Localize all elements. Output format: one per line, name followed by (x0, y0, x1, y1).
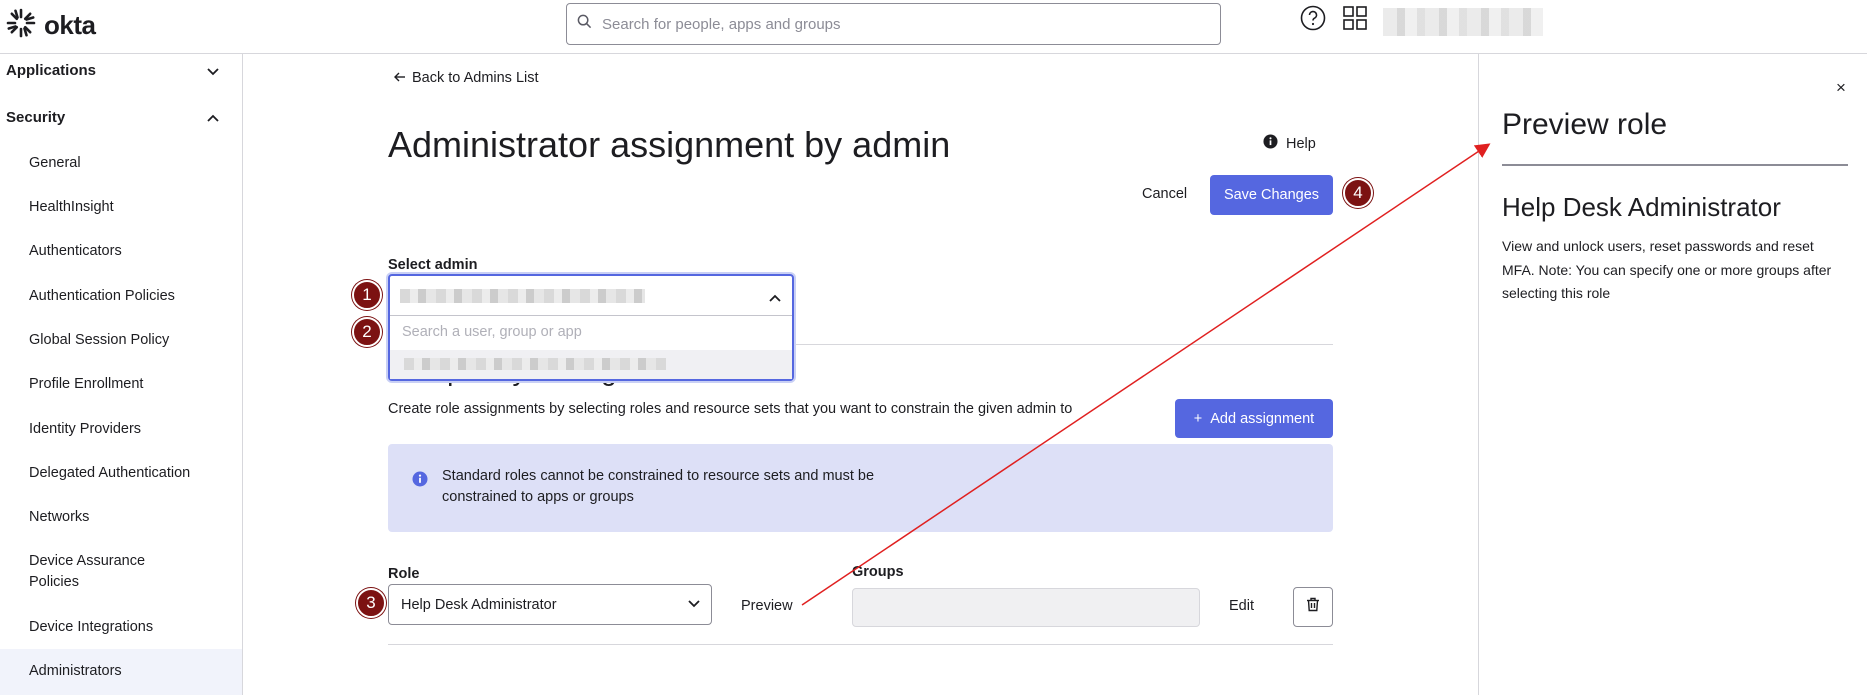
sidebar-item-authenticators[interactable]: Authenticators (29, 241, 219, 262)
trash-icon (1306, 597, 1320, 617)
groups-label: Groups (852, 564, 904, 580)
delete-assignment-button[interactable] (1293, 587, 1333, 627)
chevron-down-icon (687, 597, 701, 613)
okta-sunburst-icon (6, 8, 36, 43)
role-select[interactable]: Help Desk Administrator (388, 584, 712, 625)
sidebar-item-administrators[interactable]: Administrators (29, 661, 219, 682)
global-search-input[interactable]: Search for people, apps and groups (566, 3, 1221, 45)
sidebar-item-healthinsight[interactable]: HealthInsight (29, 197, 219, 218)
okta-logo[interactable]: okta (6, 8, 96, 43)
redacted-admin-option (404, 358, 666, 370)
assignment-description: Create role assignments by selecting rol… (388, 401, 1073, 417)
arrow-left-icon (394, 70, 406, 86)
top-bar: okta Search for people, apps and groups (0, 0, 1867, 54)
preview-role-link[interactable]: Preview (741, 598, 793, 614)
help-link[interactable]: Help (1263, 134, 1316, 153)
admin-option[interactable] (390, 350, 792, 379)
search-placeholder: Search for people, apps and groups (602, 15, 841, 33)
add-assignment-label: Add assignment (1210, 410, 1315, 427)
sidebar-item-profile-enrollment[interactable]: Profile Enrollment (29, 374, 219, 395)
sidebar-item-identity-providers[interactable]: Identity Providers (29, 419, 219, 440)
sidebar-item-delegated-authentication[interactable]: Delegated Authentication (29, 463, 219, 484)
sidebar-section-security[interactable]: Security (6, 109, 65, 126)
sidebar-item-authentication-policies[interactable]: Authentication Policies (29, 286, 219, 307)
sidebar-item-device-integrations[interactable]: Device Integrations (29, 617, 219, 638)
panel-role-name: Help Desk Administrator (1502, 192, 1781, 222)
chevron-up-icon[interactable] (768, 290, 782, 308)
sidebar-item-global-session-policy[interactable]: Global Session Policy (29, 330, 219, 351)
role-label: Role (388, 566, 420, 582)
info-icon (412, 471, 428, 492)
user-menu-avatar[interactable] (1383, 8, 1543, 36)
help-label: Help (1286, 135, 1316, 152)
plus-icon: + (1193, 410, 1203, 427)
info-callout: Standard roles cannot be constrained to … (388, 444, 1333, 532)
groups-field[interactable] (852, 588, 1200, 627)
selected-admin-value[interactable] (390, 276, 792, 316)
select-admin-dropdown[interactable]: Search a user, group or app (388, 274, 794, 381)
cancel-button[interactable]: Cancel (1142, 186, 1187, 202)
back-to-admins-link[interactable]: Back to Admins List (394, 70, 539, 86)
panel-title: Preview role (1502, 108, 1668, 141)
step-badge-3: 3 (356, 588, 386, 618)
sidebar-item-networks[interactable]: Networks (29, 507, 219, 528)
search-icon (577, 14, 592, 34)
preview-role-panel (1478, 54, 1867, 695)
step-badge-1: 1 (352, 280, 382, 310)
help-circle-icon[interactable] (1300, 5, 1326, 36)
panel-divider (1502, 164, 1848, 166)
back-link-label: Back to Admins List (412, 70, 539, 86)
sidebar-item-general[interactable]: General (29, 153, 219, 174)
edit-button[interactable]: Edit (1229, 598, 1254, 614)
callout-text: Standard roles cannot be constrained to … (442, 468, 875, 505)
select-admin-label: Select admin (388, 257, 478, 273)
apps-grid-icon[interactable] (1343, 6, 1367, 35)
step-badge-2: 2 (352, 317, 382, 347)
save-changes-button[interactable]: Save Changes (1210, 175, 1333, 215)
row-divider (388, 644, 1333, 645)
panel-role-description: View and unlock users, reset passwords a… (1502, 238, 1832, 301)
role-value: Help Desk Administrator (401, 596, 557, 613)
step-badge-4: 4 (1343, 178, 1373, 208)
sidebar-section-applications[interactable]: Applications (6, 62, 96, 79)
admin-search-input[interactable]: Search a user, group or app (402, 324, 582, 340)
close-icon[interactable]: × (1836, 78, 1846, 98)
chevron-up-icon[interactable] (206, 110, 220, 128)
redacted-admin-name (400, 289, 645, 303)
add-assignment-button[interactable]: + Add assignment (1175, 399, 1333, 438)
page-title: Administrator assignment by admin (388, 124, 951, 165)
sidebar-item-device-assurance-policies[interactable]: Device Assurance Policies (29, 551, 169, 593)
logo-text: okta (44, 10, 96, 40)
info-icon (1263, 134, 1278, 153)
chevron-down-icon[interactable] (206, 64, 220, 82)
